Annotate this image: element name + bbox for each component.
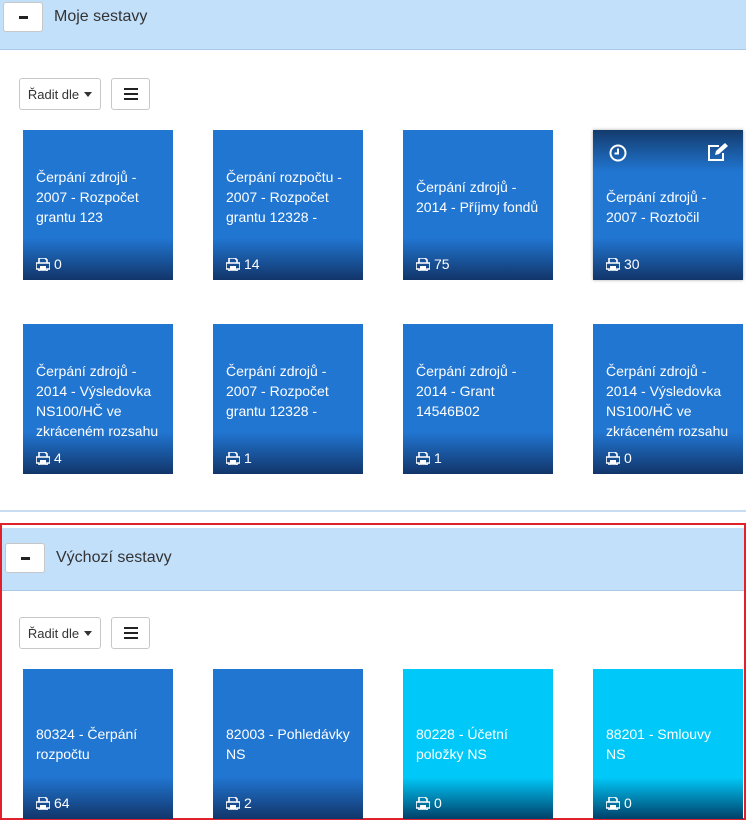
report-tile[interactable]: Čerpání zdrojů - 2014 - Výsledovka NS100… (593, 324, 743, 474)
print-icon (416, 257, 430, 271)
tile-count: 0 (606, 795, 632, 811)
edit-icon[interactable] (707, 143, 729, 162)
print-icon (36, 796, 50, 810)
report-tile[interactable]: Čerpání rozpočtu - 2007 - Rozpočet grant… (213, 130, 363, 280)
caret-down-icon (84, 91, 93, 97)
tile-title: 80228 - Účetní položky NS (416, 726, 508, 762)
section-title: Výchozí sestavy (56, 549, 172, 566)
tile-title: 80324 - Čerpání rozpočtu (36, 726, 138, 762)
report-tile[interactable]: Čerpání zdrojů - 2014 - Grant 14546B02 1 (403, 324, 553, 474)
section-title: Moje sestavy (54, 8, 148, 25)
tile-title: Čerpání zdrojů - 2007 - Rozpočet grantu … (36, 169, 139, 225)
tile-title: Čerpání zdrojů - 2014 - Grant 14546B02 (416, 363, 517, 419)
report-tile[interactable]: 80228 - Účetní položky NS 0 (403, 669, 553, 819)
section-divider (0, 510, 746, 512)
minus-icon (20, 556, 30, 560)
minus-icon (18, 15, 28, 19)
report-tile[interactable]: Čerpání zdrojů - 2007 - Roztočil 30 (593, 130, 743, 280)
list-icon (123, 627, 138, 639)
tile-count: 30 (606, 256, 640, 272)
tile-title: Čerpání zdrojů - 2014 - Výsledovka NS100… (36, 363, 159, 439)
report-tile[interactable]: 82003 - Pohledávky NS 2 (213, 669, 363, 819)
tile-title: Čerpání zdrojů - 2014 - Příjmy fondů (416, 179, 539, 215)
print-icon (606, 257, 620, 271)
sort-dropdown[interactable]: Řadit dle (19, 617, 101, 649)
tile-title: 82003 - Pohledávky NS (226, 726, 350, 762)
print-icon (36, 451, 50, 465)
sort-dropdown[interactable]: Řadit dle (19, 78, 101, 110)
report-tile[interactable]: Čerpání zdrojů - 2014 - Příjmy fondů 75 (403, 130, 553, 280)
print-icon (226, 257, 240, 271)
tile-count: 0 (416, 795, 442, 811)
default-reports-section: Výchozí sestavy Řadit dle 80324 - Čerpán… (0, 523, 746, 820)
print-icon (36, 257, 50, 271)
tile-count: 14 (226, 256, 260, 272)
clock-icon[interactable] (609, 144, 627, 162)
report-tile[interactable]: Čerpání zdrojů - 2007 - Rozpočet grantu … (213, 324, 363, 474)
my-reports-section: Moje sestavy Řadit dle Čerpání zdrojů - … (0, 0, 746, 512)
collapse-my-reports-button[interactable] (3, 2, 43, 32)
list-view-button[interactable] (111, 617, 150, 649)
my-reports-header: Moje sestavy (0, 0, 746, 50)
list-view-button[interactable] (111, 78, 150, 110)
collapse-default-reports-button[interactable] (5, 543, 45, 573)
report-tile[interactable]: 80324 - Čerpání rozpočtu 64 (23, 669, 173, 819)
sort-label: Řadit dle (27, 86, 80, 102)
tile-count: 0 (606, 450, 632, 466)
print-icon (226, 796, 240, 810)
tile-count: 0 (36, 256, 62, 272)
tile-count: 2 (226, 795, 252, 811)
tile-title: Čerpání zdrojů - 2007 - Roztočil (606, 189, 707, 225)
tile-title: Čerpání rozpočtu - 2007 - Rozpočet grant… (226, 169, 342, 225)
default-reports-header: Výchozí sestavy (2, 528, 744, 591)
report-tile[interactable]: 88201 - Smlouvy NS 0 (593, 669, 743, 819)
list-icon (123, 88, 138, 100)
caret-down-icon (84, 630, 93, 636)
print-icon (606, 451, 620, 465)
tile-count: 4 (36, 450, 62, 466)
tile-title: Čerpání zdrojů - 2014 - Výsledovka NS100… (606, 363, 729, 439)
report-tile[interactable]: Čerpání zdrojů - 2014 - Výsledovka NS100… (23, 324, 173, 474)
print-icon (606, 796, 620, 810)
report-tile[interactable]: Čerpání zdrojů - 2007 - Rozpočet grantu … (23, 130, 173, 280)
tile-title: 88201 - Smlouvy NS (606, 726, 712, 762)
print-icon (226, 451, 240, 465)
sort-label: Řadit dle (27, 625, 80, 641)
tile-count: 1 (416, 450, 442, 466)
tile-title: Čerpání zdrojů - 2007 - Rozpočet grantu … (226, 363, 329, 419)
print-icon (416, 796, 430, 810)
print-icon (416, 451, 430, 465)
tile-count: 1 (226, 450, 252, 466)
tile-count: 64 (36, 795, 70, 811)
tile-count: 75 (416, 256, 450, 272)
